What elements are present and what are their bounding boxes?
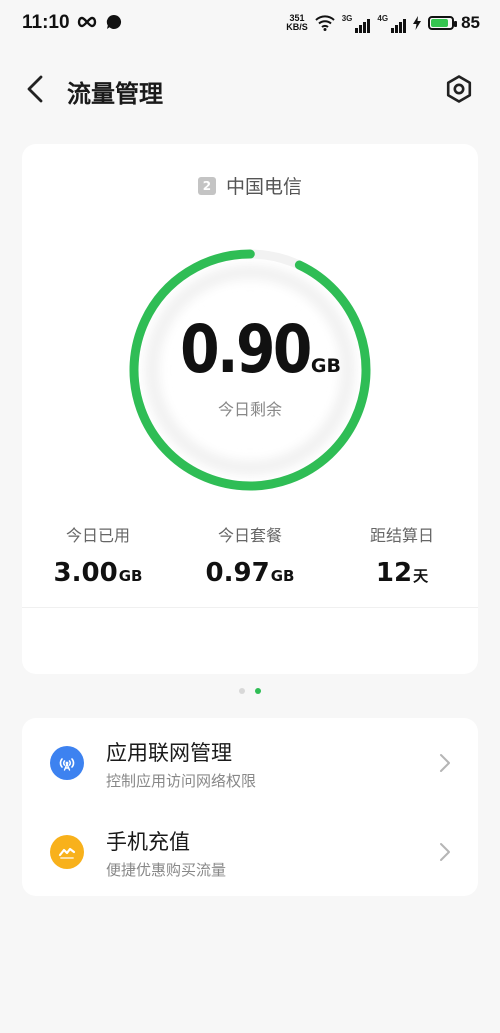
card-divider [22,607,478,608]
gear-icon [446,75,472,103]
remaining-amount: 0.90 GB [159,311,341,388]
page-indicator [0,688,500,694]
stat-used-today: 今日已用 3.00 GB [22,522,174,588]
settings-button[interactable] [442,72,476,106]
sim-slot-badge: 2 [197,176,216,195]
list-item-subtitle: 控制应用访问网络权限 [106,772,257,790]
recharge-icon [50,835,84,869]
page-dot[interactable] [239,688,245,694]
stat-label: 今日套餐 [217,526,282,545]
net-speed: 351 KB/S [286,14,308,32]
charging-bolt-icon [413,16,422,30]
recharge-glyph [58,847,76,859]
page-dot-active[interactable] [255,688,261,694]
stat-plan-today: 今日套餐 0.97 GB [174,522,326,588]
stat-value: 3.00 [53,558,118,588]
back-button[interactable] [18,70,52,108]
page-title: 流量管理 [67,80,163,108]
list-item-title: 手机充值 [106,830,190,854]
stat-value: 12 [375,558,413,588]
remaining-label: 今日剩余 [217,399,282,419]
stat-value-row: 0.97 GB [174,558,326,588]
infinity-icon [77,16,97,28]
chevron-right-icon [440,843,450,861]
list-item-recharge[interactable]: 手机充值 便捷优惠购买流量 [22,807,478,896]
remaining-unit: GB [310,354,341,377]
status-time: 11:10 [22,12,70,33]
stat-days-to-billing: 距结算日 12 天 [326,522,478,588]
app-header: 流量管理 [0,62,500,116]
remaining-display: 0.90 GB 今日剩余 [120,240,380,500]
list-item-subtitle: 便捷优惠购买流量 [106,861,227,879]
stat-label: 距结算日 [369,526,434,545]
signal-3g-label: 3G [341,13,353,23]
list-item-app-network[interactable]: 应用联网管理 控制应用访问网络权限 [22,718,478,807]
remaining-value: 0.90 [180,310,312,388]
chat-bubble-icon [106,14,122,29]
battery-fill [431,19,449,27]
stat-label: 今日已用 [65,526,130,545]
stat-value-row: 12 天 [326,558,478,588]
signal-bars-icon [390,14,407,33]
signal-3g: 3G [342,14,371,33]
stat-unit: GB [118,567,143,585]
chevron-right-icon [440,754,450,772]
battery-percent: 85 [461,13,480,32]
signal-4g: 4G [377,13,407,33]
list-item-title: 应用联网管理 [106,741,232,765]
status-bar: 11:10 351 KB/S 3G 4G 85 [0,0,500,48]
back-arrow-icon [27,75,43,103]
stat-value-row: 3.00 GB [22,558,174,588]
signal-4g-label: 4G [377,13,389,23]
carrier-name: 中国电信 [225,176,302,198]
feature-list: 应用联网管理 控制应用访问网络权限 手机充值 便捷优惠购买流量 [22,718,478,896]
network-tower-glyph [59,758,75,771]
usage-stats: 今日已用 3.00 GB 今日套餐 0.97 GB 距结算日 12 天 [22,522,478,588]
stat-unit: 天 [413,567,429,585]
signal-bars-icon [354,14,371,33]
battery-icon [428,16,458,30]
status-left-icons [76,14,122,30]
net-speed-unit: KB/S [286,22,308,32]
network-tower-icon [50,746,84,780]
status-right-icons: 351 KB/S 3G 4G 85 [286,13,480,33]
stat-value: 0.97 [205,558,270,588]
stat-unit: GB [270,567,295,585]
data-usage-card: 2 中国电信 0.90 GB 今日剩余 今日已用 3.00 GB 今日套餐 0.… [22,144,478,674]
wifi-icon [315,15,335,31]
carrier-row: 2 中国电信 [22,172,478,199]
